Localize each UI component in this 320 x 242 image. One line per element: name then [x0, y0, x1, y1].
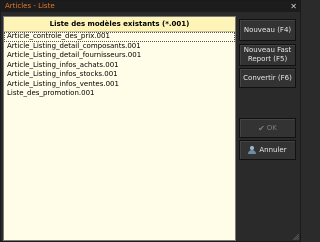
- ok-button-content: ✔ OK: [240, 124, 295, 133]
- list-item[interactable]: Article_Listing_infos_stocks.001: [4, 70, 235, 80]
- list-item[interactable]: Article_Listing_detail_fournisseurs.001: [4, 51, 235, 61]
- nouveau-fast-report-button[interactable]: Nouveau Fast Report (F5): [239, 44, 296, 66]
- nouveau-button-label: Nouveau (F4): [243, 26, 292, 34]
- articles-list-window: Articles - Liste ✕ Liste des modèles exi…: [0, 0, 301, 242]
- list-item[interactable]: Liste_des_promotion.001: [4, 89, 235, 99]
- list-item[interactable]: Article_controle_des_prix.001: [4, 32, 235, 42]
- annuler-button[interactable]: Annuler: [239, 140, 296, 160]
- window-title: Articles - Liste: [5, 2, 55, 10]
- list-item[interactable]: Article_Listing_detail_composants.001: [4, 42, 235, 52]
- ok-button[interactable]: ✔ OK: [239, 118, 296, 138]
- list-header: Liste des modèles existants (*.001): [4, 17, 235, 32]
- checkmark-icon: ✔: [258, 123, 265, 133]
- nouveau-fast-label-line1: Nouveau Fast: [243, 46, 292, 54]
- close-icon[interactable]: ✕: [290, 2, 297, 11]
- ok-button-label: OK: [266, 124, 277, 132]
- convertir-button-label: Convertir (F6): [243, 74, 292, 82]
- list-item[interactable]: Article_Listing_infos_ventes.001: [4, 80, 235, 90]
- resize-grip-icon[interactable]: [293, 234, 299, 240]
- list-item[interactable]: Article_Listing_infos_achats.001: [4, 61, 235, 71]
- user-cancel-icon: [248, 146, 257, 154]
- nouveau-button[interactable]: Nouveau (F4): [239, 19, 296, 41]
- title-bar[interactable]: Articles - Liste ✕: [1, 1, 300, 12]
- model-list[interactable]: Article_controle_des_prix.001 Article_Li…: [4, 32, 235, 99]
- annuler-button-label: Annuler: [259, 146, 287, 154]
- model-list-panel: Liste des modèles existants (*.001) Arti…: [3, 16, 236, 241]
- nouveau-fast-label-line2: Report (F5): [247, 55, 288, 63]
- convertir-button[interactable]: Convertir (F6): [239, 68, 296, 88]
